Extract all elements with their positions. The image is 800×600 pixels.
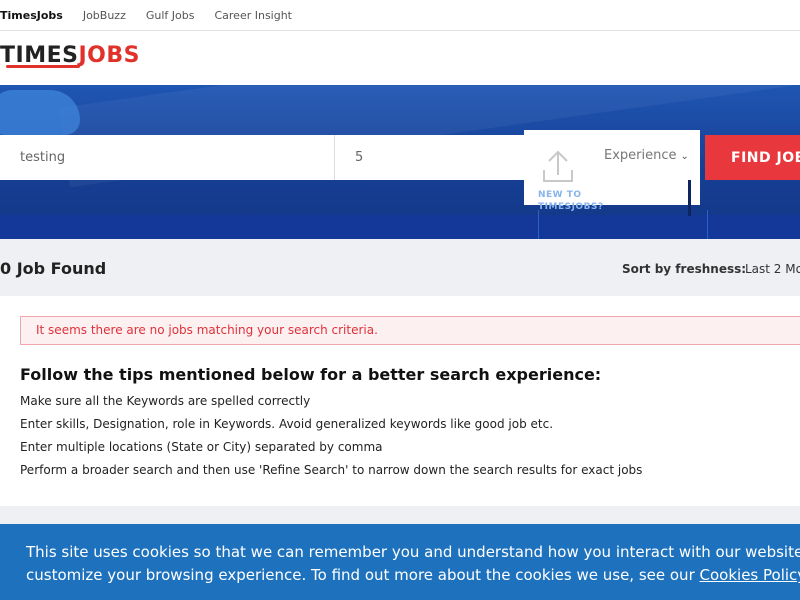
topnav-link-jobbuzz[interactable]: JobBuzz: [83, 9, 126, 22]
upload-resume-icon: [543, 150, 573, 182]
cookie-line-1: This site uses cookies so that we can re…: [26, 543, 800, 561]
location-input[interactable]: [335, 135, 525, 180]
tip-item: Make sure all the Keywords are spelled c…: [20, 394, 311, 408]
chevron-down-icon: ⌄: [680, 151, 689, 162]
tips-title: Follow the tips mentioned below for a be…: [20, 365, 602, 384]
tips-list: Make sure all the Keywords are spelled c…: [20, 393, 642, 485]
tip-item: Enter multiple locations (State or City)…: [20, 440, 383, 454]
experience-select[interactable]: Experience ⌄: [604, 148, 689, 163]
logo-swoosh: [6, 65, 80, 68]
experience-placeholder: Experience: [604, 148, 677, 163]
sort-select[interactable]: Last 2 Months: [745, 262, 800, 276]
keyword-field[interactable]: [0, 135, 335, 180]
site-header: TIMESJOBS: [0, 31, 800, 85]
banner-figure-illustration: [688, 180, 691, 216]
find-jobs-button[interactable]: FIND JOBS: [705, 135, 800, 180]
location-field[interactable]: [335, 135, 525, 180]
topnav-link-gulf-jobs[interactable]: Gulf Jobs: [146, 9, 195, 22]
no-results-card: It seems there are no jobs matching your…: [0, 296, 800, 506]
topnav-link-timesjobs[interactable]: TimesJobs: [0, 9, 63, 22]
keyword-input[interactable]: [0, 135, 334, 180]
new-to-label: NEW TO: [538, 190, 582, 200]
top-navigation: TimesJobs JobBuzz Gulf Jobs Career Insig…: [0, 0, 800, 31]
topnav-link-career-insight[interactable]: Career Insight: [214, 9, 292, 22]
results-bar: 0 Job Found Sort by freshness: Last 2 Mo…: [0, 239, 800, 296]
no-jobs-alert: It seems there are no jobs matching your…: [20, 316, 800, 345]
experience-dropdown-panel: NEW TO Experience ⌄: [524, 130, 700, 205]
tip-item: Enter skills, Designation, role in Keywo…: [20, 417, 554, 431]
cookies-policy-link[interactable]: Cookies Policy: [700, 566, 800, 584]
cookie-line-2: customize your browsing experience. To f…: [26, 566, 695, 584]
sort-label: Sort by freshness:: [622, 262, 747, 276]
cookie-text: This site uses cookies so that we can re…: [26, 541, 800, 587]
tip-item: Perform a broader search and then use 'R…: [20, 463, 643, 477]
cookie-banner: This site uses cookies so that we can re…: [0, 524, 800, 600]
banner-cloud-illustration: [0, 90, 80, 135]
job-count: 0 Job Found: [0, 259, 107, 278]
